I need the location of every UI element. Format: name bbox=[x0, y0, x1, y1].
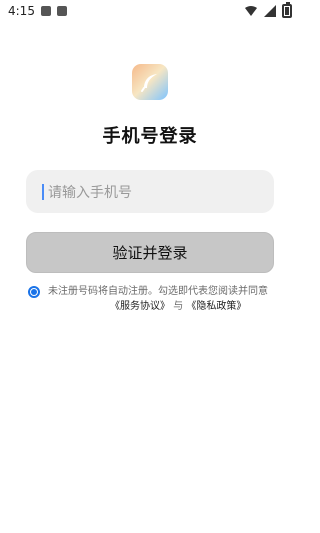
status-bar: 4:15 bbox=[0, 0, 300, 22]
phone-input[interactable]: 请输入手机号 bbox=[26, 170, 274, 213]
feather-icon bbox=[141, 74, 157, 92]
wifi-icon bbox=[245, 6, 257, 16]
agreement-radio[interactable] bbox=[28, 286, 40, 298]
agreement-text: 未注册号码将自动注册。勾选即代表您阅读并同意 《服务协议》 与 《隐私政策》 bbox=[48, 284, 268, 314]
status-time: 4:15 bbox=[8, 4, 35, 18]
privacy-link[interactable]: 《隐私政策》 bbox=[186, 301, 246, 312]
phone-placeholder: 请输入手机号 bbox=[48, 184, 132, 201]
terms-link[interactable]: 《服务协议》 bbox=[110, 301, 170, 312]
app-logo bbox=[132, 64, 168, 100]
signal-icon bbox=[264, 5, 276, 17]
text-caret bbox=[42, 183, 44, 200]
radio-dot bbox=[31, 289, 37, 295]
verify-login-button[interactable]: 验证并登录 bbox=[26, 232, 274, 273]
page-title: 手机号登录 bbox=[102, 126, 198, 147]
agreement-prefix: 未注册号码将自动注册。勾选即代表您阅读并同意 bbox=[48, 286, 268, 297]
agreement-joiner: 与 bbox=[173, 301, 184, 312]
agreement-row: 未注册号码将自动注册。勾选即代表您阅读并同意 《服务协议》 与 《隐私政策》 bbox=[28, 284, 280, 314]
status-right bbox=[244, 2, 292, 18]
agreement-links-line: 《服务协议》 与 《隐私政策》 bbox=[110, 299, 268, 314]
image-icon bbox=[40, 6, 51, 16]
battery-icon bbox=[282, 2, 292, 18]
a-icon bbox=[56, 6, 67, 16]
status-left: 4:15 bbox=[8, 4, 67, 18]
